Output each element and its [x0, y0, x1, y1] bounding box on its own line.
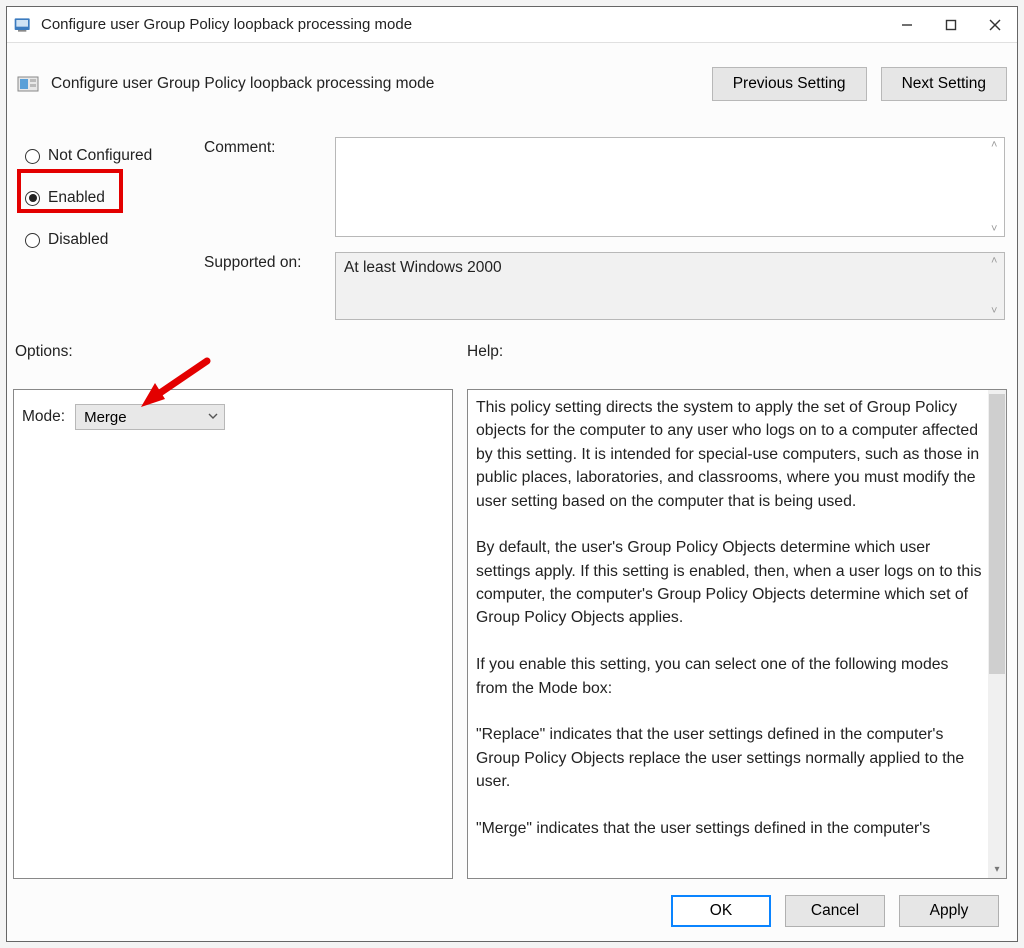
radio-circle-icon — [25, 149, 40, 164]
dialog-button-row: OK Cancel Apply — [671, 895, 999, 927]
radio-enabled[interactable]: Enabled — [23, 177, 193, 219]
previous-setting-button[interactable]: Previous Setting — [712, 67, 867, 101]
state-radio-group: Not Configured Enabled Disabled — [23, 135, 193, 261]
scroll-down-icon[interactable]: ˅ — [991, 223, 1005, 235]
options-section-label: Options: — [15, 343, 73, 361]
scroll-down-icon[interactable]: ▾ — [988, 860, 1006, 878]
supported-on-box: At least Windows 2000 — [335, 252, 1005, 320]
policy-title: Configure user Group Policy loopback pro… — [51, 75, 434, 93]
close-button[interactable] — [973, 7, 1017, 43]
radio-label: Disabled — [48, 231, 108, 249]
help-section-label: Help: — [467, 343, 503, 361]
client-area: Configure user Group Policy loopback pro… — [7, 43, 1017, 941]
mode-row: Mode: Merge — [22, 404, 225, 430]
policy-icon — [17, 74, 41, 94]
options-panel: Mode: Merge — [13, 389, 453, 879]
help-scrollbar[interactable]: ▴ ▾ — [988, 390, 1006, 878]
radio-circle-icon — [25, 191, 40, 206]
app-icon — [13, 15, 33, 35]
radio-label: Enabled — [48, 189, 105, 207]
scroll-down-icon[interactable]: ˅ — [991, 305, 1005, 317]
ok-button[interactable]: OK — [671, 895, 771, 927]
apply-button[interactable]: Apply — [899, 895, 999, 927]
cancel-button[interactable]: Cancel — [785, 895, 885, 927]
window-frame: Configure user Group Policy loopback pro… — [6, 6, 1018, 942]
help-text: This policy setting directs the system t… — [476, 396, 984, 878]
mode-label: Mode: — [22, 408, 65, 426]
next-setting-button[interactable]: Next Setting — [881, 67, 1007, 101]
policy-header: Configure user Group Policy loopback pro… — [17, 67, 1007, 101]
scroll-up-icon[interactable]: ˄ — [991, 255, 1005, 267]
window-title: Configure user Group Policy loopback pro… — [41, 16, 412, 33]
minimize-button[interactable] — [885, 7, 929, 43]
radio-circle-icon — [25, 233, 40, 248]
help-panel: This policy setting directs the system t… — [467, 389, 1007, 879]
titlebar: Configure user Group Policy loopback pro… — [7, 7, 1017, 43]
comment-label: Comment: — [204, 139, 276, 157]
supported-on-label: Supported on: — [204, 254, 301, 272]
radio-not-configured[interactable]: Not Configured — [23, 135, 193, 177]
maximize-button[interactable] — [929, 7, 973, 43]
scroll-thumb[interactable] — [989, 394, 1005, 674]
radio-disabled[interactable]: Disabled — [23, 219, 193, 261]
mode-select[interactable]: Merge — [75, 404, 225, 430]
radio-label: Not Configured — [48, 147, 152, 165]
comment-textarea[interactable] — [335, 137, 1005, 237]
scroll-up-icon[interactable]: ˄ — [991, 139, 1005, 151]
supported-on-value: At least Windows 2000 — [344, 259, 502, 276]
